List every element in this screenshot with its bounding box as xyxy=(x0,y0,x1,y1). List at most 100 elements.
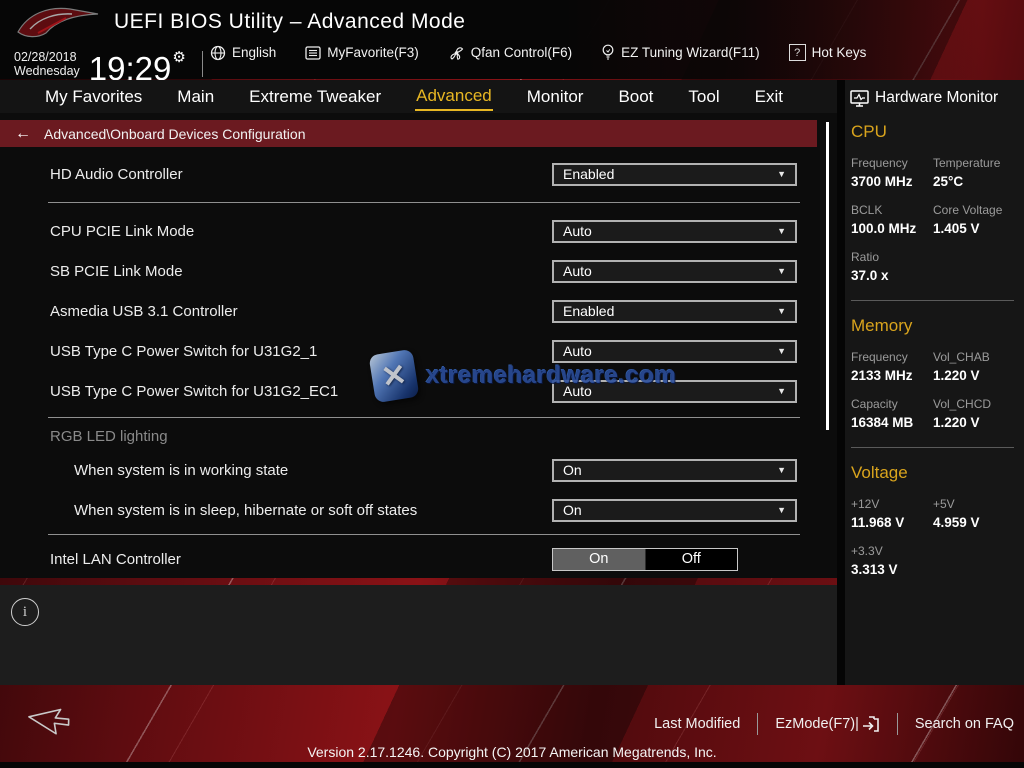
ezmode-label: EzMode(F7)| xyxy=(775,716,859,732)
date-text: 02/28/2018 xyxy=(14,50,80,64)
toggle-off-option[interactable]: Off xyxy=(646,549,738,570)
setting-row: Asmedia USB 3.1 Controller Enabled ▼ xyxy=(0,297,837,325)
stat-label: BCLK xyxy=(851,203,933,217)
chevron-down-icon: ▼ xyxy=(777,505,786,515)
clock-settings-gear-icon[interactable]: ⚙ xyxy=(172,49,185,66)
asmedia-usb31-dropdown[interactable]: Enabled ▼ xyxy=(552,300,797,323)
toggle-on-option[interactable]: On xyxy=(553,549,646,570)
hm-stat: Core Voltage 1.405 V xyxy=(933,203,1024,236)
stat-value: 100.0 MHz xyxy=(851,221,933,236)
hm-stat: BCLK 100.0 MHz xyxy=(851,203,933,236)
lightbulb-icon xyxy=(601,44,615,61)
monitor-icon xyxy=(850,90,869,107)
dropdown-value: Auto xyxy=(563,343,592,359)
hm-cpu-grid: Frequency 3700 MHz Temperature 25°C BCLK… xyxy=(851,142,1024,283)
stat-value: 3.313 V xyxy=(851,562,933,577)
usb-typec-u31g2-1-dropdown[interactable]: Auto ▼ xyxy=(552,340,797,363)
dropdown-value: Enabled xyxy=(563,166,614,182)
hd-audio-dropdown[interactable]: Enabled ▼ xyxy=(552,163,797,186)
setting-label: USB Type C Power Switch for U31G2_1 xyxy=(50,343,317,360)
dropdown-value: Enabled xyxy=(563,303,614,319)
my-favorite-button[interactable]: MyFavorite(F3) xyxy=(305,45,419,60)
search-on-faq-button[interactable]: Search on FAQ xyxy=(915,716,1014,732)
hm-voltage-grid: +12V 11.968 V +5V 4.959 V +3.3V 3.313 V xyxy=(851,483,1024,577)
quick-access-bar: English MyFavorite(F3) Qfan Control(F6) … xyxy=(210,44,866,61)
tab-main[interactable]: Main xyxy=(176,84,215,110)
qfan-control-button[interactable]: Qfan Control(F6) xyxy=(448,45,572,61)
ez-tuning-wizard-button[interactable]: EZ Tuning Wizard(F11) xyxy=(601,44,760,61)
setting-row: USB Type C Power Switch for U31G2_EC1 Au… xyxy=(0,377,837,405)
divider xyxy=(757,713,758,735)
last-modified-button[interactable]: Last Modified xyxy=(654,716,740,732)
stat-value: 1.220 V xyxy=(933,415,1024,430)
setting-label: CPU PCIE Link Mode xyxy=(50,223,194,240)
tab-my-favorites[interactable]: My Favorites xyxy=(44,84,143,110)
main-menu-bar: My Favorites Main Extreme Tweaker Advanc… xyxy=(0,80,845,113)
settings-panel: ← Advanced\Onboard Devices Configuration… xyxy=(0,113,837,578)
back-arrow-icon[interactable]: ← xyxy=(15,125,31,143)
chevron-down-icon: ▼ xyxy=(777,266,786,276)
rgb-sleep-state-dropdown[interactable]: On ▼ xyxy=(552,499,797,522)
stat-value: 25°C xyxy=(933,174,1024,189)
setting-label: HD Audio Controller xyxy=(50,166,183,183)
hm-section-cpu: CPU xyxy=(851,122,1024,142)
stat-label: +3.3V xyxy=(851,544,933,558)
stat-label: +12V xyxy=(851,497,933,511)
hm-memory-grid: Frequency 2133 MHz Vol_CHAB 1.220 V Capa… xyxy=(851,336,1024,430)
tab-monitor[interactable]: Monitor xyxy=(526,84,585,110)
question-mark-icon: ? xyxy=(789,44,806,61)
stat-value: 16384 MB xyxy=(851,415,933,430)
usb-typec-u31g2-ec1-dropdown[interactable]: Auto ▼ xyxy=(552,380,797,403)
chevron-down-icon: ▼ xyxy=(777,386,786,396)
day-text: Wednesday xyxy=(14,64,80,78)
hot-keys-label: Hot Keys xyxy=(812,45,867,60)
hm-stat: Frequency 2133 MHz xyxy=(851,350,933,383)
info-icon: i xyxy=(11,598,39,626)
stat-label: Vol_CHAB xyxy=(933,350,1024,364)
stat-value: 11.968 V xyxy=(851,515,933,530)
app-title: UEFI BIOS Utility – Advanced Mode xyxy=(114,10,465,34)
tab-boot[interactable]: Boot xyxy=(617,84,654,110)
divider xyxy=(851,447,1014,448)
rgb-led-section-label: RGB LED lighting xyxy=(50,428,168,445)
tab-exit[interactable]: Exit xyxy=(754,84,784,110)
top-header: UEFI BIOS Utility – Advanced Mode 02/28/… xyxy=(0,0,1024,79)
language-selector[interactable]: English xyxy=(210,45,276,61)
dropdown-value: Auto xyxy=(563,263,592,279)
stat-value: 1.220 V xyxy=(933,368,1024,383)
ezmode-button[interactable]: EzMode(F7)| xyxy=(775,716,880,732)
hot-keys-button[interactable]: ? Hot Keys xyxy=(789,44,867,61)
divider xyxy=(897,713,898,735)
sb-pcie-link-mode-dropdown[interactable]: Auto ▼ xyxy=(552,260,797,283)
intel-lan-toggle[interactable]: On Off xyxy=(552,548,738,571)
rog-logo xyxy=(8,2,104,42)
bottom-strip xyxy=(0,762,1024,768)
chevron-down-icon: ▼ xyxy=(777,306,786,316)
tab-tool[interactable]: Tool xyxy=(687,84,720,110)
section-header-row: RGB LED lighting xyxy=(0,423,837,449)
setting-label: SB PCIE Link Mode xyxy=(50,263,183,280)
hm-stat: Capacity 16384 MB xyxy=(851,397,933,430)
hm-section-voltage: Voltage xyxy=(851,463,1024,483)
enter-ezmode-icon xyxy=(862,716,880,732)
stat-value: 4.959 V xyxy=(933,515,1024,530)
stat-value: 3700 MHz xyxy=(851,174,933,189)
hm-stat: +3.3V 3.313 V xyxy=(851,544,933,577)
setting-row: When system is in sleep, hibernate or so… xyxy=(0,496,837,524)
stat-label: Core Voltage xyxy=(933,203,1024,217)
stat-label: Vol_CHCD xyxy=(933,397,1024,411)
hm-stat: Vol_CHCD 1.220 V xyxy=(933,397,1024,430)
chevron-down-icon: ▼ xyxy=(777,226,786,236)
scrollbar-thumb[interactable] xyxy=(826,122,829,430)
dropdown-value: On xyxy=(563,462,582,478)
rgb-working-state-dropdown[interactable]: On ▼ xyxy=(552,459,797,482)
setting-label: USB Type C Power Switch for U31G2_EC1 xyxy=(50,383,338,400)
cpu-pcie-link-mode-dropdown[interactable]: Auto ▼ xyxy=(552,220,797,243)
tab-advanced[interactable]: Advanced xyxy=(415,83,493,111)
setting-label: Asmedia USB 3.1 Controller xyxy=(50,303,238,320)
tab-extreme-tweaker[interactable]: Extreme Tweaker xyxy=(248,84,382,110)
hardware-monitor-title: Hardware Monitor xyxy=(875,89,998,107)
hm-stat: Ratio 37.0 x xyxy=(851,250,933,283)
ez-tuning-label: EZ Tuning Wizard(F11) xyxy=(621,45,760,60)
my-favorite-label: MyFavorite(F3) xyxy=(327,45,419,60)
